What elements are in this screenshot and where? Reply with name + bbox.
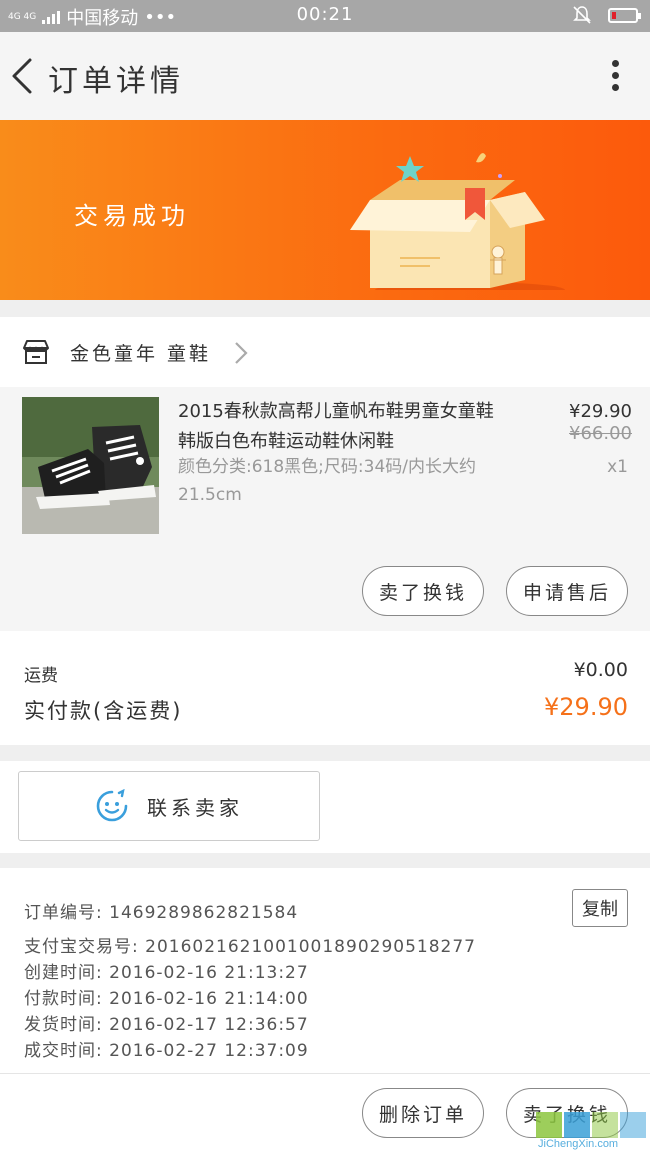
- site-watermark: JiChengXin.com: [530, 1110, 650, 1155]
- mute-bell-icon: [573, 6, 591, 24]
- status-bar: 4G 4G 中国移动 ••• 00:21: [0, 0, 650, 32]
- shop-name: 金色童年 童鞋: [70, 343, 212, 365]
- contact-section: 联系卖家: [0, 761, 650, 853]
- nav-bar: 订单详情: [0, 32, 650, 120]
- watermark-text: JiChengXin.com: [538, 1138, 619, 1150]
- copy-button[interactable]: 复制: [572, 889, 628, 927]
- order-number: 订单编号: 1469289862821584: [24, 903, 299, 923]
- product-title: 2015春秋款高帮儿童帆布鞋男童女童鞋韩版白色布鞋运动鞋休闲鞋: [178, 401, 494, 452]
- contact-seller-label: 联系卖家: [147, 795, 243, 820]
- created-time: 创建时间: 2016-02-16 21:13:27: [24, 963, 309, 983]
- completed-time: 成交时间: 2016-02-27 12:37:09: [24, 1041, 309, 1061]
- status-time: 00:21: [296, 4, 354, 25]
- shipped-time: 发货时间: 2016-02-17 12:36:57: [24, 1015, 309, 1035]
- product-sku: 颜色分类:618黑色;尺码:34码/内长大约21.5cm: [178, 457, 476, 505]
- product-item[interactable]: 2015春秋款高帮儿童帆布鞋男童女童鞋韩版白色布鞋运动鞋休闲鞋 颜色分类:618…: [0, 387, 650, 631]
- page-title: 订单详情: [48, 64, 184, 99]
- resell-button[interactable]: 卖了换钱: [362, 566, 484, 616]
- back-arrow-icon[interactable]: [8, 56, 38, 96]
- chat-smile-icon: [96, 789, 128, 822]
- chevron-right-icon: [235, 342, 248, 364]
- order-info: 订单编号: 1469289862821584 复制 支付宝交易号: 201602…: [0, 868, 650, 1073]
- alipay-number: 支付宝交易号: 2016021621001001890290518277: [24, 937, 476, 957]
- shipping-value: ¥0.00: [573, 659, 628, 681]
- more-menu-icon[interactable]: [610, 60, 620, 94]
- status-right: [572, 5, 641, 25]
- shop-row[interactable]: 金色童年 童鞋: [0, 317, 650, 387]
- product-original-price: ¥66.00: [569, 423, 632, 444]
- payment-summary: 运费 ¥0.00 实付款(含运费) ¥29.90: [0, 631, 650, 745]
- product-image: [22, 397, 159, 534]
- delete-order-button[interactable]: 删除订单: [362, 1088, 484, 1138]
- product-quantity: x1: [607, 457, 628, 477]
- gift-box-illustration: [350, 153, 565, 290]
- paid-time: 付款时间: 2016-02-16 21:14:00: [24, 989, 309, 1009]
- shipping-label: 运费: [24, 666, 58, 686]
- paid-value: ¥29.90: [544, 693, 628, 721]
- order-status-text: 交易成功: [74, 202, 190, 230]
- battery-icon: [608, 7, 641, 23]
- store-icon: [23, 340, 49, 364]
- after-sale-button[interactable]: 申请售后: [506, 566, 628, 616]
- paid-label: 实付款(含运费): [24, 699, 183, 723]
- watermark-logo-icon: [536, 1112, 646, 1138]
- contact-seller-button[interactable]: 联系卖家: [18, 771, 320, 841]
- order-status-banner: 交易成功: [0, 120, 650, 300]
